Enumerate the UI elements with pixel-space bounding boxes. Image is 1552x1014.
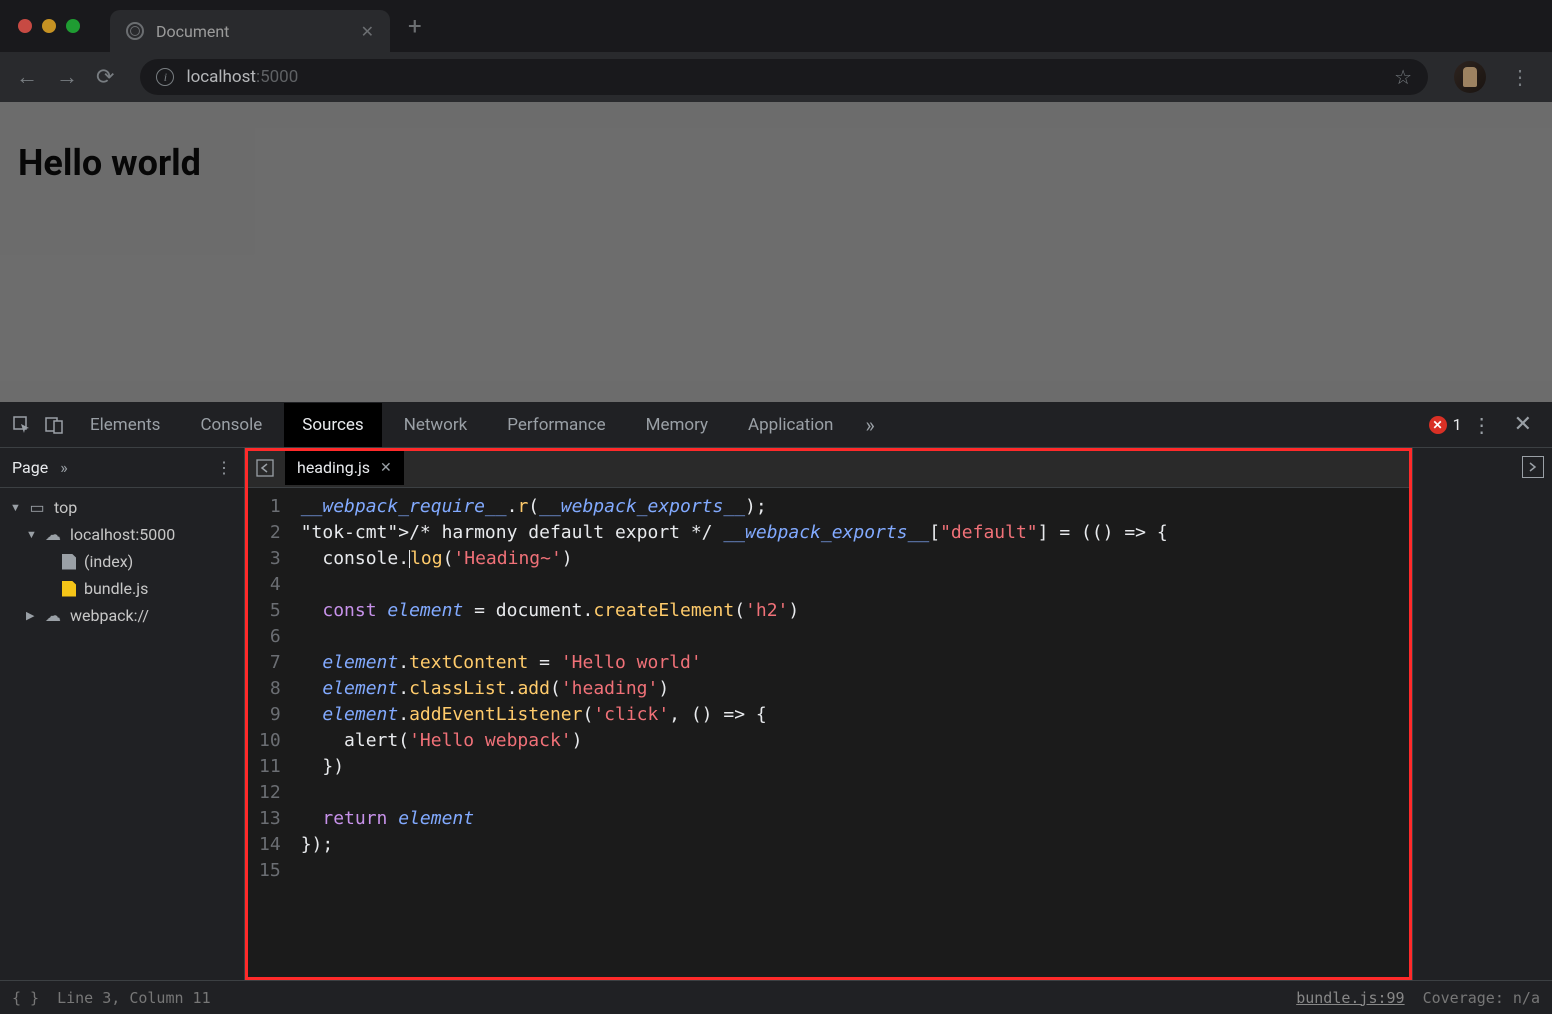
site-info-icon[interactable]: i [156, 68, 174, 86]
tree-top-label: top [54, 498, 77, 517]
editor-status-bar: { } Line 3, Column 11 bundle.js:99 Cover… [0, 980, 1552, 1014]
file-tree: ▼ ▭ top ▼ ☁ localhost:5000 (index) bundl… [0, 488, 244, 635]
bookmark-star-icon[interactable]: ☆ [1394, 65, 1412, 89]
tree-bundle-label: bundle.js [84, 579, 148, 598]
show-debugger-icon[interactable] [1522, 456, 1544, 478]
error-badge-icon: ✕ [1429, 416, 1447, 434]
code-content[interactable]: __webpack_require__.r(__webpack_exports_… [291, 488, 1178, 980]
cloud-icon: ☁ [44, 525, 62, 544]
tab-performance[interactable]: Performance [489, 403, 623, 447]
tab-sources[interactable]: Sources [284, 403, 381, 447]
new-tab-button[interactable]: + [408, 12, 422, 40]
reload-button[interactable]: ⟳ [96, 65, 114, 90]
tab-network[interactable]: Network [386, 403, 486, 447]
globe-icon [126, 22, 144, 40]
close-window-button[interactable] [18, 19, 32, 33]
minimize-window-button[interactable] [42, 19, 56, 33]
coverage-label: Coverage: n/a [1423, 989, 1540, 1007]
tree-bundle-file[interactable]: bundle.js [0, 575, 244, 602]
pretty-print-button[interactable]: { } [12, 989, 39, 1007]
cursor-position: Line 3, Column 11 [57, 989, 211, 1007]
maximize-window-button[interactable] [66, 19, 80, 33]
more-tabs-button[interactable]: » [855, 413, 884, 437]
expand-arrow-icon: ▶ [26, 609, 36, 622]
tree-webpack-label: webpack:// [70, 606, 149, 625]
devtools-tabbar: Elements Console Sources Network Perform… [0, 402, 1552, 448]
js-file-icon [62, 581, 76, 597]
tree-host-label: localhost:5000 [70, 525, 175, 544]
page-viewport: Hello world [0, 102, 1552, 402]
tree-host[interactable]: ▼ ☁ localhost:5000 [0, 521, 244, 548]
url-host: localhost [186, 67, 256, 87]
browser-menu-button[interactable]: ⋮ [1504, 65, 1536, 89]
tab-memory[interactable]: Memory [628, 403, 726, 447]
inspect-element-icon[interactable] [8, 411, 36, 439]
browser-toolbar: ← → ⟳ i localhost:5000 ☆ ⋮ [0, 52, 1552, 102]
device-toolbar-icon[interactable] [40, 411, 68, 439]
tree-top[interactable]: ▼ ▭ top [0, 494, 244, 521]
back-button[interactable]: ← [16, 64, 38, 90]
devtools-panel: Elements Console Sources Network Perform… [0, 402, 1552, 1014]
viewport-dim-overlay [0, 102, 1552, 402]
source-editor: heading.js ✕ 123456789101112131415 __web… [245, 448, 1412, 980]
editor-tab-label: heading.js [297, 458, 370, 477]
debugger-pane-collapsed [1412, 448, 1552, 980]
editor-tab-heading-js[interactable]: heading.js ✕ [285, 450, 404, 485]
tree-webpack[interactable]: ▶ ☁ webpack:// [0, 602, 244, 629]
window-controls [18, 19, 80, 33]
tab-application[interactable]: Application [730, 403, 851, 447]
sidebar-more-tabs[interactable]: » [60, 458, 68, 477]
error-count: 1 [1453, 415, 1462, 434]
address-bar[interactable]: i localhost:5000 ☆ [140, 59, 1428, 95]
editor-tabs: heading.js ✕ [245, 448, 1412, 488]
sources-sidebar: Page » ⋮ ▼ ▭ top ▼ ☁ localhost:5000 (ind… [0, 448, 245, 980]
tree-index-label: (index) [84, 552, 133, 571]
expand-arrow-icon: ▼ [10, 501, 20, 514]
sidebar-header: Page » ⋮ [0, 448, 244, 488]
expand-arrow-icon: ▼ [26, 528, 36, 541]
file-icon [62, 554, 76, 570]
source-map-link[interactable]: bundle.js:99 [1296, 989, 1404, 1007]
browser-tab[interactable]: Document ✕ [110, 10, 390, 52]
tab-title: Document [156, 22, 349, 41]
sidebar-page-label[interactable]: Page [12, 458, 48, 477]
devtools-body: Page » ⋮ ▼ ▭ top ▼ ☁ localhost:5000 (ind… [0, 448, 1552, 980]
tab-elements[interactable]: Elements [72, 403, 178, 447]
browser-title-bar: Document ✕ + [0, 0, 1552, 52]
window-icon: ▭ [28, 498, 46, 517]
close-editor-tab-button[interactable]: ✕ [380, 460, 392, 476]
cloud-icon: ☁ [44, 606, 62, 625]
toggle-navigator-icon[interactable] [251, 454, 279, 482]
error-indicator[interactable]: ✕ 1 [1429, 415, 1462, 434]
tree-index-file[interactable]: (index) [0, 548, 244, 575]
forward-button[interactable]: → [56, 64, 78, 90]
close-tab-button[interactable]: ✕ [361, 22, 374, 41]
close-devtools-button[interactable]: ✕ [1502, 412, 1544, 437]
sidebar-menu-button[interactable]: ⋮ [216, 458, 232, 477]
line-gutter: 123456789101112131415 [245, 488, 291, 980]
devtools-menu-button[interactable]: ⋮ [1466, 413, 1498, 437]
tab-console[interactable]: Console [182, 403, 280, 447]
profile-avatar[interactable] [1454, 61, 1486, 93]
url-port: :5000 [256, 67, 298, 87]
code-area[interactable]: 123456789101112131415 __webpack_require_… [245, 488, 1412, 980]
